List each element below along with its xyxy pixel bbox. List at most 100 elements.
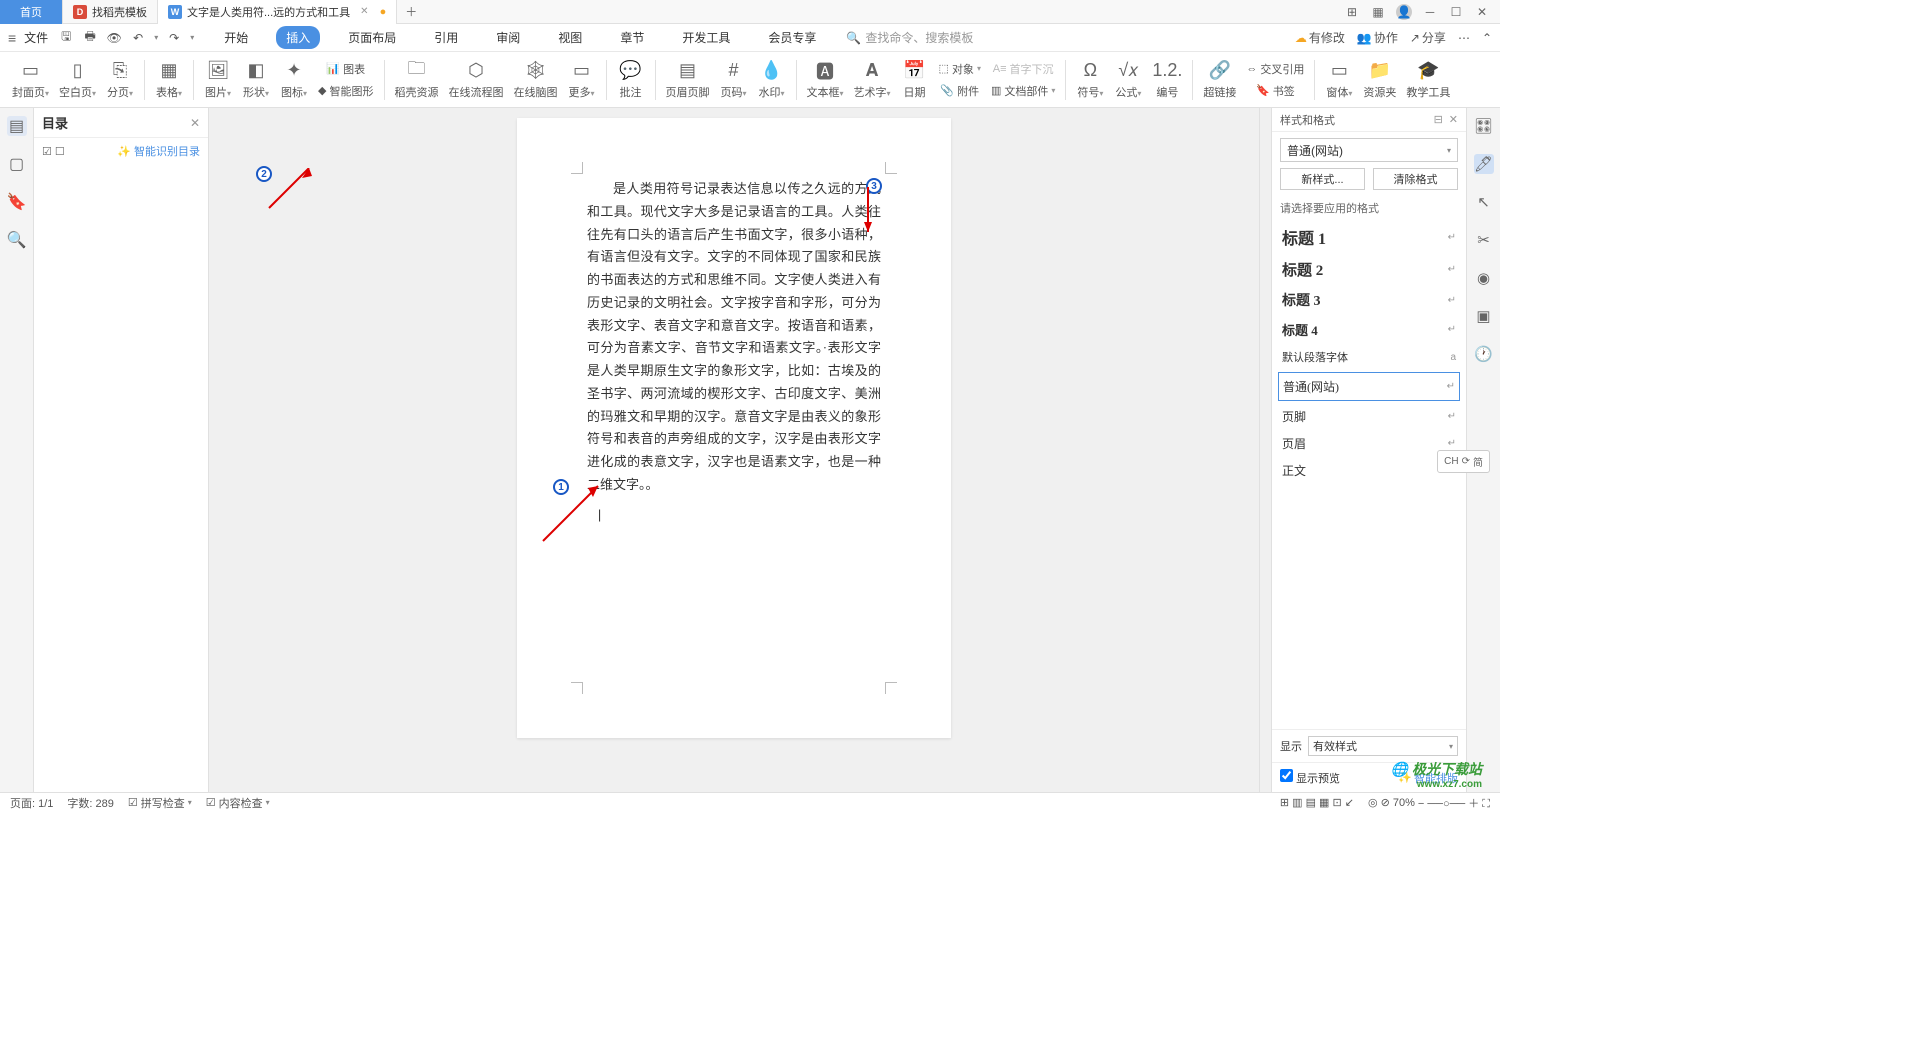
table-button[interactable]: ▦表格▾ bbox=[151, 55, 187, 105]
bookmark-button[interactable]: 🔖书签 bbox=[1242, 81, 1308, 101]
attachment-button[interactable]: 📎附件 bbox=[935, 81, 985, 101]
file-menu[interactable]: 文件 bbox=[24, 29, 48, 46]
comment-button[interactable]: 💬批注 bbox=[613, 55, 649, 105]
style-heading-2[interactable]: 标题 2↵ bbox=[1272, 254, 1466, 285]
docer-resource-button[interactable]: 🗀稻壳资源 bbox=[391, 55, 443, 105]
view-mode-icons[interactable]: ⊞ ▥ ▤ ▦ ⊡ ↙ bbox=[1280, 796, 1354, 809]
vertical-scrollbar[interactable] bbox=[1259, 108, 1271, 792]
share-button[interactable]: ↗分享 bbox=[1410, 29, 1446, 46]
command-search[interactable]: 🔍 查找命令、搜索模板 bbox=[846, 29, 973, 46]
maximize-icon[interactable]: ☐ bbox=[1448, 4, 1464, 20]
ime-badge[interactable]: CH ⟳ 简 bbox=[1437, 450, 1490, 473]
cursor-position[interactable]: | bbox=[587, 507, 881, 525]
new-style-button[interactable]: 新样式... bbox=[1280, 168, 1365, 190]
picture-button[interactable]: 🖼图片▾ bbox=[200, 55, 236, 105]
show-filter-select[interactable]: 有效样式 ▾ bbox=[1308, 736, 1458, 756]
select-icon[interactable]: ↖ bbox=[1474, 192, 1494, 212]
shapes-button[interactable]: ◧形状▾ bbox=[238, 55, 274, 105]
tab-section[interactable]: 章节 bbox=[610, 26, 654, 49]
tab-member[interactable]: 会员专享 bbox=[758, 26, 826, 49]
tab-template[interactable]: D 找稻壳模板 bbox=[63, 0, 158, 24]
style-heading-4[interactable]: 标题 4↵ bbox=[1272, 315, 1466, 344]
wordart-button[interactable]: 𝐀艺术字▾ bbox=[850, 55, 895, 105]
object-button[interactable]: ⬚对象▾ bbox=[935, 59, 985, 79]
help-icon[interactable]: ▣ bbox=[1474, 306, 1494, 326]
toc-icon[interactable]: ▤ bbox=[7, 116, 27, 136]
undo-icon[interactable]: ↶ bbox=[130, 30, 146, 46]
bookmark-nav-icon[interactable]: 🔖 bbox=[7, 192, 27, 212]
tab-start[interactable]: 开始 bbox=[214, 26, 258, 49]
toc-expand-icons[interactable]: ☑ ☐ bbox=[42, 145, 65, 158]
symbol-button[interactable]: Ω符号▾ bbox=[1072, 55, 1108, 105]
search-nav-icon[interactable]: 🔍 bbox=[7, 230, 27, 250]
tab-add-button[interactable]: ＋ bbox=[397, 3, 425, 20]
tab-developer[interactable]: 开发工具 bbox=[672, 26, 740, 49]
tab-insert[interactable]: 插入 bbox=[276, 26, 320, 49]
tab-review[interactable]: 审阅 bbox=[486, 26, 530, 49]
hyperlink-button[interactable]: 🔗超链接 bbox=[1199, 55, 1240, 105]
spell-check-button[interactable]: ☑ 拼写检查 ▾ bbox=[128, 795, 192, 811]
close-window-icon[interactable]: ✕ bbox=[1474, 4, 1490, 20]
tab-page-layout[interactable]: 页面布局 bbox=[338, 26, 406, 49]
clock-icon[interactable]: 🕐 bbox=[1474, 344, 1494, 364]
minimize-icon[interactable]: ─ bbox=[1422, 4, 1438, 20]
clip-icon[interactable]: ✂ bbox=[1474, 230, 1494, 250]
print-icon[interactable]: 🖶 bbox=[82, 30, 98, 46]
cover-page-button[interactable]: ▭封面页▾ bbox=[8, 55, 53, 105]
content-check-button[interactable]: ☑ 内容检查 ▾ bbox=[206, 795, 270, 811]
page-indicator[interactable]: 页面: 1/1 bbox=[10, 795, 53, 811]
layout-icon[interactable]: ⊞ bbox=[1344, 4, 1360, 20]
equation-button[interactable]: √𝑥公式▾ bbox=[1110, 55, 1146, 105]
pin-icon[interactable]: ⊟ bbox=[1434, 113, 1443, 126]
collab-button[interactable]: 👥协作 bbox=[1357, 29, 1398, 46]
close-icon[interactable]: ✕ bbox=[1449, 113, 1458, 126]
mindmap-button[interactable]: 🕸在线脑图 bbox=[510, 55, 562, 105]
style-normal-web[interactable]: 普通(网站)↵ bbox=[1278, 372, 1460, 401]
more-button[interactable]: ▭更多▾ bbox=[564, 55, 600, 105]
style-list[interactable]: 标题 1↵ 标题 2↵ 标题 3↵ 标题 4↵ 默认段落字体a 普通(网站)↵ … bbox=[1272, 220, 1466, 729]
hamburger-icon[interactable]: ≡ bbox=[8, 30, 16, 46]
style-heading-3[interactable]: 标题 3↵ bbox=[1272, 285, 1466, 315]
toc-smart-button[interactable]: ✨智能识别目录 bbox=[117, 143, 200, 159]
textbox-button[interactable]: 🅰文本框▾ bbox=[803, 55, 848, 105]
chevron-down-icon[interactable]: ▾ bbox=[154, 33, 158, 42]
numbering-button[interactable]: 1.2.编号 bbox=[1148, 55, 1186, 105]
page-break-button[interactable]: ⎘分页▾ bbox=[102, 55, 138, 105]
flowchart-button[interactable]: ⬡在线流程图 bbox=[445, 55, 508, 105]
preview-icon[interactable]: 👁 bbox=[106, 30, 122, 46]
properties-icon[interactable]: 🎛 bbox=[1474, 116, 1494, 136]
watermark-button[interactable]: 💧水印▾ bbox=[754, 55, 790, 105]
icons-button[interactable]: ✦图标▾ bbox=[276, 55, 312, 105]
style-default-font[interactable]: 默认段落字体a bbox=[1272, 344, 1466, 370]
teaching-tools-button[interactable]: 🎓教学工具 bbox=[1402, 55, 1454, 105]
more-icon[interactable]: ⋯ bbox=[1458, 31, 1470, 45]
avatar-icon[interactable]: 👤 bbox=[1396, 4, 1412, 20]
chevron-up-icon[interactable]: ⌃ bbox=[1482, 31, 1492, 45]
close-icon[interactable]: ✕ bbox=[360, 6, 368, 17]
smart-graphic-button[interactable]: ◆智能图形 bbox=[314, 81, 377, 101]
crossref-button[interactable]: ⇔交叉引用 bbox=[1242, 59, 1308, 79]
changes-button[interactable]: ☁有修改 bbox=[1295, 29, 1345, 46]
current-style-select[interactable]: 普通(网站) ▾ bbox=[1280, 138, 1458, 162]
document-body-text[interactable]: 是人类用符号记录表达信息以传之久远的方式和工具。现代文字大多是记录语言的工具。人… bbox=[587, 178, 881, 497]
tab-home[interactable]: 首页 bbox=[0, 0, 63, 24]
zoom-controls[interactable]: ◎ ⊘ 70% − ──○── ＋ ⛶ bbox=[1368, 795, 1490, 811]
clear-format-button[interactable]: 清除格式 bbox=[1373, 168, 1458, 190]
doc-parts-button[interactable]: ▥文档部件▾ bbox=[987, 81, 1059, 101]
chart-button[interactable]: 📊图表 bbox=[314, 59, 377, 79]
blank-page-button[interactable]: ▯空白页▾ bbox=[55, 55, 100, 105]
save-icon[interactable]: 🖫 bbox=[58, 30, 74, 46]
grid-icon[interactable]: ▦ bbox=[1370, 4, 1386, 20]
style-heading-1[interactable]: 标题 1↵ bbox=[1272, 220, 1466, 254]
tab-view[interactable]: 视图 bbox=[548, 26, 592, 49]
date-button[interactable]: 📅日期 bbox=[897, 55, 933, 105]
resource-folder-button[interactable]: 📁资源夹 bbox=[1359, 55, 1400, 105]
word-count[interactable]: 字数: 289 bbox=[67, 795, 113, 811]
style-icon[interactable]: 🖊 bbox=[1474, 154, 1494, 174]
dropcap-button[interactable]: A≡首字下沉 bbox=[987, 59, 1059, 79]
page-1[interactable]: 是人类用符号记录表达信息以传之久远的方式和工具。现代文字大多是记录语言的工具。人… bbox=[517, 118, 951, 738]
chevron-down-icon[interactable]: ▾ bbox=[190, 33, 194, 42]
show-preview-checkbox[interactable]: 显示预览 bbox=[1280, 769, 1340, 786]
shape-icon[interactable]: ◉ bbox=[1474, 268, 1494, 288]
tab-references[interactable]: 引用 bbox=[424, 26, 468, 49]
